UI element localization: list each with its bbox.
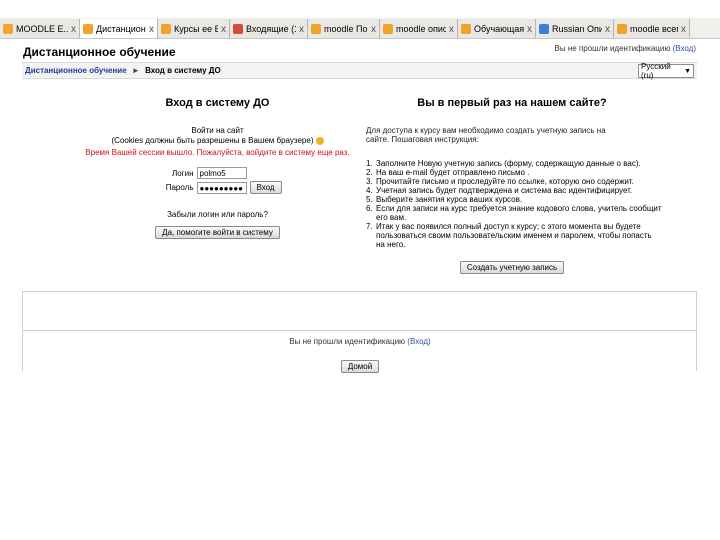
cookies-note-text: (Cookies должны быть разрешены в Вашем б… [111,136,314,145]
forgot-password-button[interactable]: Да, помогите войти в систему [155,226,280,239]
forgot-password-text: Забыли логин или пароль? [167,210,268,219]
step-text: Заполните Новую учетную запись (форму, с… [376,159,641,168]
close-icon[interactable]: x [605,24,610,35]
language-select[interactable]: Русский (ru) ▼ [638,62,694,80]
site-title: Дистанционное обучение [23,45,176,59]
browser-tab-label: Входящие (1 ... [246,24,296,34]
close-icon[interactable]: x [449,24,454,35]
footer-divider-top [22,291,697,292]
moodle-icon [3,24,13,34]
browser-tab-label: Обучающая ... [474,24,524,34]
step-number: 1. [366,159,373,168]
list-item: 7. Итак у вас появился полный доступ к ку… [366,222,662,249]
login-subheading: Войти на сайт [191,126,244,135]
step-number: 5. [366,195,373,204]
cookies-note: (Cookies должны быть разрешены в Вашем б… [85,136,350,146]
step-text: Выберите занятия курса ваших курсов. [376,195,523,204]
browser-tab[interactable]: Russian Опис...x [536,19,614,38]
close-icon[interactable]: x [299,24,304,35]
step-text: На ваш e-mail будет отправлено письмо . [376,168,530,177]
browser-tab-label: Курсы ее В ... [174,24,218,34]
moodle-icon [83,24,93,34]
login-form: Логин polmo5 Пароль ●●●●●●●●● Вход [85,167,350,194]
list-item: 5. Выберите занятия курса ваших курсов. [366,195,662,204]
close-icon[interactable]: x [681,24,686,35]
close-icon[interactable]: x [371,24,376,35]
breadcrumb-home-link[interactable]: Дистанционное обучение [25,66,127,75]
list-item: 4. Учетная запись будет подтверждена и си… [366,186,662,195]
username-input[interactable]: polmo5 [196,167,247,179]
footer-login-status: Вы не прошли идентификацию (Вход) [0,337,720,346]
step-text: Учетная запись будет подтверждена и сист… [376,186,633,195]
signup-heading: Вы в первый раз на нашем сайте? [417,97,607,109]
gmail-icon [233,24,243,34]
step-number: 3. [366,177,373,186]
step-number: 4. [366,186,373,195]
browser-tab[interactable]: moodle всем...x [614,19,690,38]
moodle-icon [461,24,471,34]
help-icon[interactable] [315,136,324,145]
step-number: 6. [366,204,373,213]
browser-tab[interactable]: moodle опис...x [380,19,458,38]
footer-divider [22,330,697,331]
browser-tab[interactable]: MOODLE E... x [0,19,80,38]
footer-login-link[interactable]: (Вход) [407,337,430,346]
chevron-down-icon: ▼ [684,67,691,75]
close-icon[interactable]: x [527,24,532,35]
home-button[interactable]: Домой [340,360,380,373]
breadcrumb-current: Вход в систему ДО [145,66,221,75]
signup-panel: Вы в первый раз на нашем сайте? Для дост… [362,97,662,275]
browser-tab[interactable]: Дистанцион...x [80,19,158,38]
moodle-icon [311,24,321,34]
language-select-value: Русский (ru) [641,62,671,80]
signup-intro: Для доступа к курсу вам необходимо созда… [366,126,606,144]
browser-tab[interactable]: Обучающая ...x [458,19,536,38]
login-link[interactable]: (Вход) [673,44,696,53]
browser-tab-label: Russian Опис... [552,24,602,34]
browser-tab-label: moodle По... [324,24,368,34]
browser-tab-label: moodle опис... [396,24,446,34]
username-label: Логин [171,168,194,178]
password-label: Пароль [165,183,194,192]
step-number: 7. [366,222,373,231]
step-number: 2. [366,168,373,177]
browser-tab-label: moodle всем... [630,24,678,34]
step-text: Если для записи на курс требуется знание… [376,204,662,222]
login-status: Вы не прошли идентификацию (Вход) [555,44,696,53]
close-icon[interactable]: x [221,24,226,35]
close-icon[interactable]: x [149,24,154,35]
browser-tab-strip: MOODLE E...xДистанцион...xКурсы ее В ...… [0,18,720,39]
moodle-icon [383,24,393,34]
browser-tab[interactable]: Входящие (1 ...x [230,19,308,38]
list-item: 2. На ваш e-mail будет отправлено письмо … [366,168,662,177]
footer-login-text: Вы не прошли идентификацию [289,337,406,346]
list-item: 3. Прочитайте письмо и проследуйте по ссы… [366,177,662,186]
breadcrumb: Дистанционное обучение ► Вход в систему … [22,62,697,79]
session-error: Время Вашей сессии вышло. Пожалуйста, во… [85,148,350,157]
login-submit-button[interactable]: Вход [249,181,282,194]
step-text: Итак у вас появился полный доступ к курс… [376,222,652,249]
web-icon [539,24,549,34]
login-heading: Вход в систему ДО [165,97,270,109]
close-icon[interactable]: x [71,24,76,35]
browser-tab-label: MOODLE E... [16,24,68,34]
create-account-button[interactable]: Создать учетную запись [459,261,565,274]
moodle-icon [617,24,627,34]
moodle-icon [161,24,171,34]
browser-tab[interactable]: Курсы ее В ...x [158,19,230,38]
browser-tab[interactable]: moodle По...x [308,19,380,38]
browser-tab-label: Дистанцион... [96,24,146,34]
login-status-text: Вы не прошли идентификацию [554,44,671,53]
signup-steps: 1. Заполните Новую учетную запись (форму,… [366,159,662,249]
list-item: 6. Если для записи на курс требуется знан… [366,204,662,222]
list-item: 1. Заполните Новую учетную запись (форму,… [366,159,662,168]
login-panel: Вход в систему ДО Войти на сайт (Cookies… [85,97,350,240]
step-text: Прочитайте письмо и проследуйте по ссылк… [376,177,634,186]
breadcrumb-separator: ► [131,66,140,75]
password-input[interactable]: ●●●●●●●●● [196,181,247,194]
